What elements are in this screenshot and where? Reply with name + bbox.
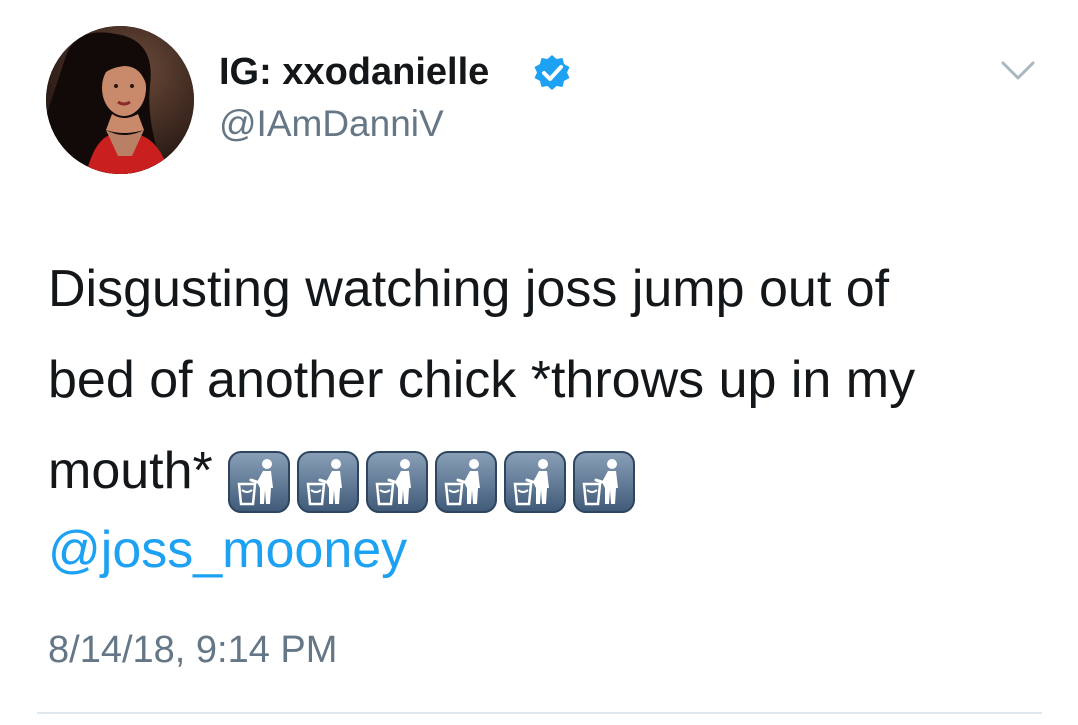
mention-link[interactable]: @joss_mooney [48,518,407,582]
user-handle[interactable]: @IAmDanniV [219,102,444,146]
divider [37,712,1042,714]
tweet-line: Disgusting watching joss jump out of [48,260,890,318]
timestamp[interactable]: 8/14/18, 9:14 PM [48,626,337,674]
verified-badge-icon [534,55,570,90]
tweet-card: IG: xxodanielle @IAmDanniV Disgusting wa… [0,0,1078,725]
avatar[interactable] [46,26,194,174]
put-litter-in-its-place-icon [365,451,428,514]
tweet-line: mouth* [48,426,1038,525]
put-litter-in-its-place-icon [296,451,359,514]
put-litter-in-its-place-icon [503,451,566,514]
tweet-text: Disgusting watching joss jump out of bed… [48,244,1038,525]
emoji-row [227,434,641,525]
display-name[interactable]: IG: xxodanielle [219,50,489,94]
tweet-line-text: mouth* [48,442,213,500]
put-litter-in-its-place-icon [227,451,290,514]
put-litter-in-its-place-icon [572,451,635,514]
tweet-line: bed of another chick *throws up in my [48,351,916,409]
chevron-down-icon[interactable] [1000,60,1036,82]
avatar-photo-icon [46,26,194,174]
put-litter-in-its-place-icon [434,451,497,514]
